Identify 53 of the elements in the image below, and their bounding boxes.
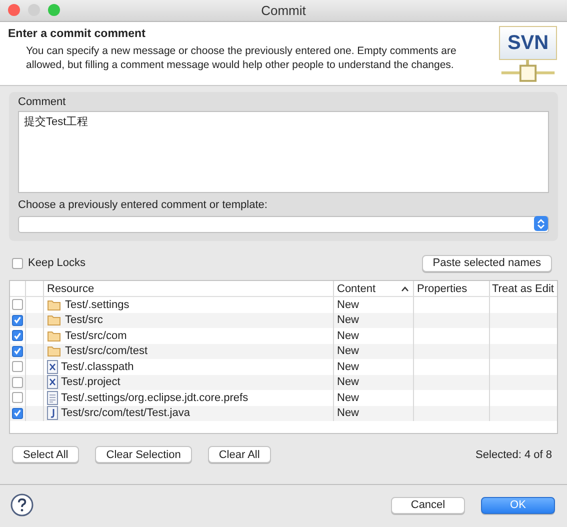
cancel-button[interactable]: Cancel [391, 496, 465, 514]
column-header[interactable]: Properties [414, 281, 490, 296]
row-checkbox[interactable] [12, 361, 23, 372]
column-header[interactable]: Resource [44, 281, 334, 296]
connector-icon [500, 60, 556, 85]
resource-cell: Test/src [65, 314, 103, 326]
selection-button[interactable]: Clear Selection [95, 446, 192, 463]
resource-cell: Test/.settings [65, 298, 130, 311]
keep-locks-checkbox[interactable] [12, 258, 23, 268]
content-cell: New [337, 407, 360, 420]
sort-icon [401, 286, 409, 292]
close-icon[interactable] [8, 4, 20, 16]
template-dropdown[interactable] [18, 216, 549, 233]
resource-cell: Test/src/com [65, 330, 127, 342]
content-cell: New [337, 360, 360, 373]
selection-button[interactable]: Select All [12, 446, 80, 463]
content-cell: New [337, 298, 360, 311]
row-checkbox[interactable] [12, 330, 23, 342]
comment-field[interactable]: 提交Test工程 [18, 111, 549, 193]
paste-names-button[interactable]: Paste selected names [422, 254, 552, 272]
dropdown-arrows-icon [534, 216, 548, 231]
template-label: Choose a previously entered comment or template: [18, 199, 268, 211]
selected-count: Selected: 4 of 8 [476, 448, 552, 460]
column-header[interactable]: Treat as Edit [490, 281, 557, 296]
row-checkbox[interactable] [12, 392, 23, 404]
resource-cell: Test/src/com/test [65, 345, 148, 358]
content-cell: New [337, 392, 360, 404]
folder-icon [47, 314, 62, 326]
selection-button[interactable]: Clear All [208, 446, 271, 463]
content-cell: New [337, 345, 360, 358]
window-title: Commit [261, 3, 306, 18]
header-description: You can specify a new message or choose the previously entered one. Empty comments are allowed, but filling a comment message would help other people to understand the changes. [26, 44, 458, 72]
row-checkbox[interactable] [12, 376, 23, 388]
row-checkbox[interactable] [12, 346, 23, 357]
logo-text: SVN [507, 32, 549, 55]
resource-cell: Test/.settings/org.eclipse.jdt.core.prefs [61, 392, 248, 404]
folder-icon [47, 345, 62, 358]
help-icon[interactable] [10, 493, 34, 517]
content-cell: New [337, 314, 360, 326]
minimize-icon[interactable] [28, 4, 40, 16]
resource-cell: Test/.project [61, 376, 120, 388]
zoom-icon[interactable] [48, 4, 60, 16]
resource-cell: Test/.classpath [61, 360, 134, 373]
row-checkbox[interactable] [12, 408, 23, 419]
header-title: Enter a commit comment [8, 28, 146, 40]
content-cell: New [337, 376, 360, 388]
row-checkbox[interactable] [12, 299, 23, 310]
content-cell: New [337, 330, 360, 342]
column-header[interactable]: Content [334, 281, 414, 296]
resource-cell: Test/src/com/test/Test.java [61, 407, 190, 420]
row-checkbox[interactable] [12, 314, 23, 326]
comment-label: Comment [18, 96, 67, 108]
keep-locks-label: Keep Locks [28, 257, 86, 269]
